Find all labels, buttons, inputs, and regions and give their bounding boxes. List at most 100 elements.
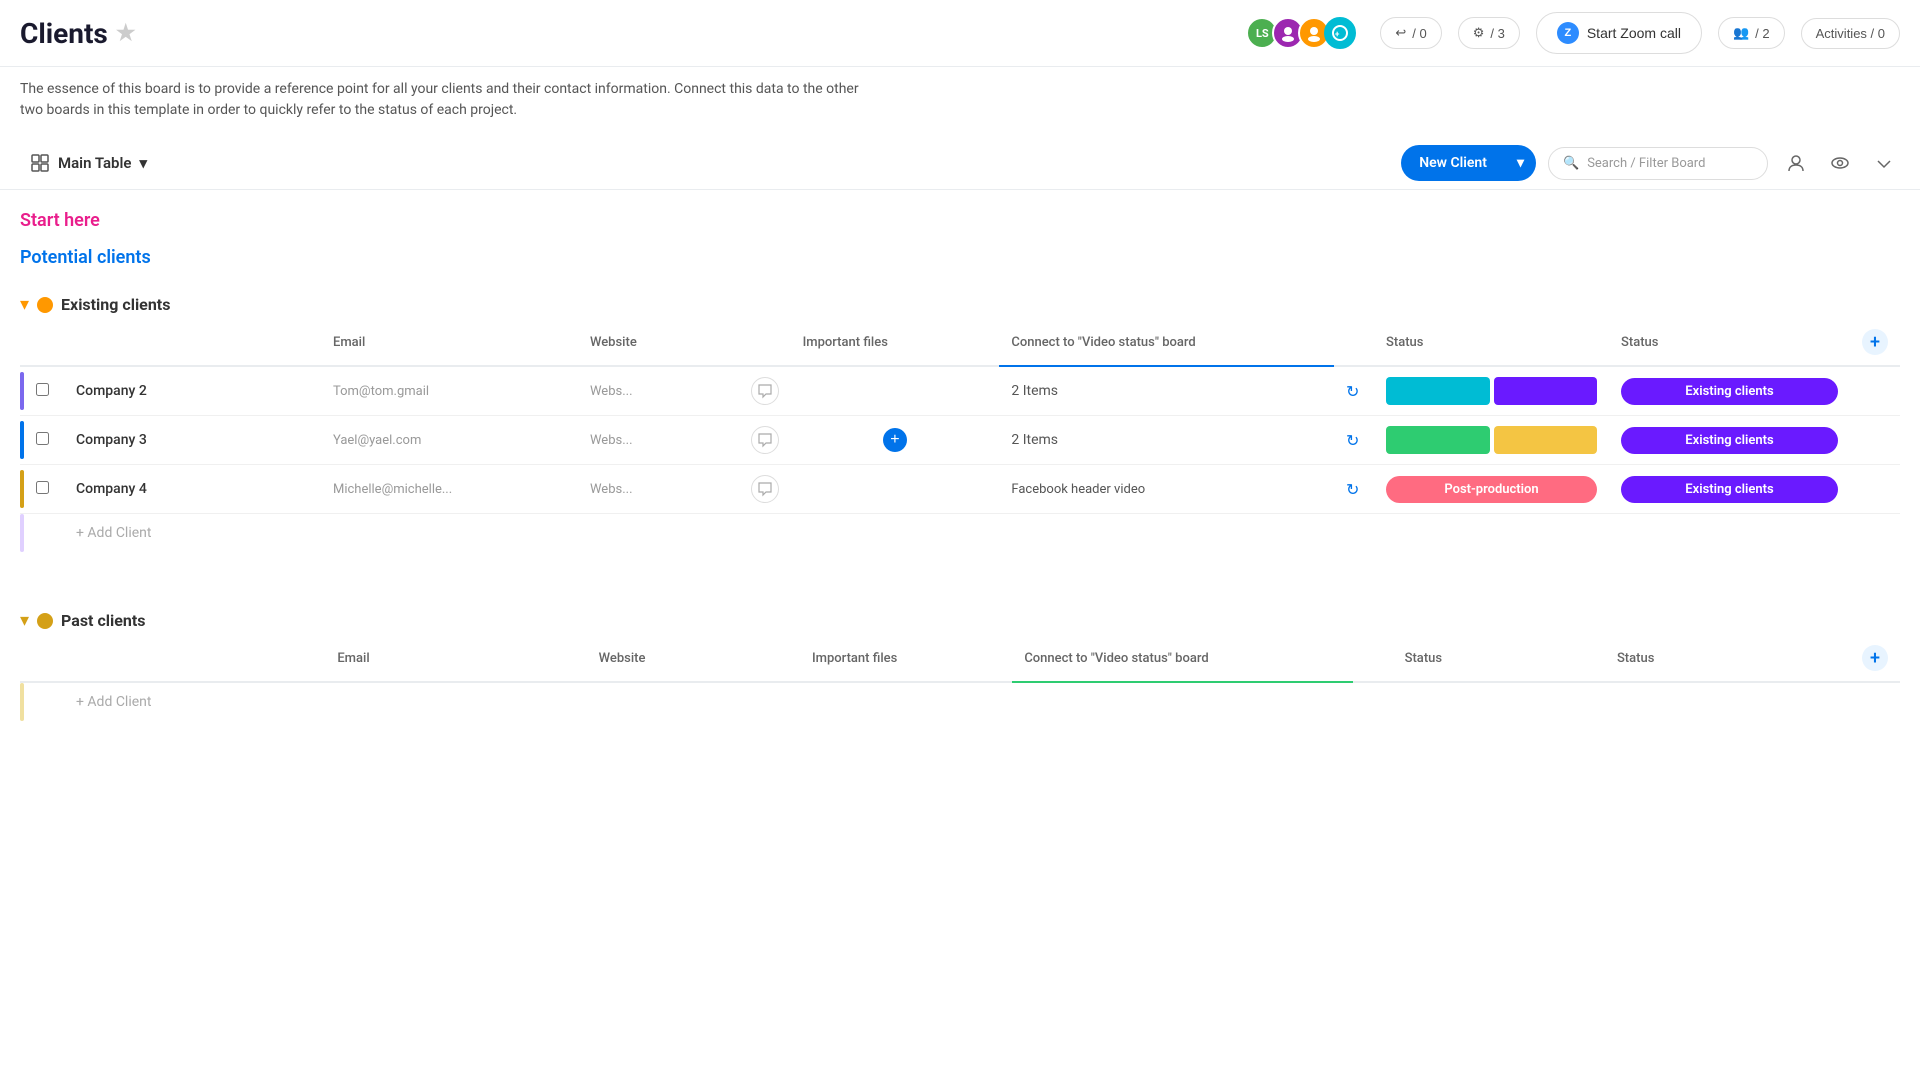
company-name: Company 2 [76,383,147,399]
table-name: Main Table [58,154,131,172]
status1-cell[interactable] [1374,416,1609,465]
add-client-link[interactable]: + Add Client [76,694,151,710]
website-cell: Webs... [578,465,739,514]
group-collapse-chevron[interactable]: ▾ [20,610,29,631]
add-client-cell[interactable]: + Add Client [64,514,1900,553]
add-item-button[interactable]: + [883,428,907,452]
start-here-group[interactable]: Start here [20,210,1900,231]
col-sync [1353,635,1393,682]
chevron-down-icon: ▾ [139,154,147,172]
person-icon[interactable] [1780,147,1812,179]
existing-clients-badge[interactable]: Existing clients [1621,476,1838,503]
website-text: Webs... [590,384,633,399]
status2-cell[interactable]: Existing clients [1609,465,1850,514]
add-checkbox-cell [24,514,64,553]
email-text: Yael@yael.com [333,433,421,448]
files-cell: + [791,416,1000,465]
group-color-dot [37,613,53,629]
add-column-button[interactable]: + [1862,329,1888,355]
row-checkbox-cell[interactable] [24,416,64,465]
row-checkbox[interactable] [36,383,49,396]
email-cell: Tom@tom.gmail [321,366,578,416]
chat-bubble-icon[interactable] [751,426,779,454]
col-name [64,319,321,366]
page-title: Clients ★ [20,17,136,50]
chat-cell[interactable] [739,465,791,514]
col-add[interactable]: + [1850,635,1900,682]
search-icon: 🔍 [1563,156,1579,171]
sync-icon[interactable]: ↻ [1346,382,1359,401]
connect-cell: 2 Items [999,366,1334,416]
col-status2: Status [1605,635,1850,682]
activities-button[interactable]: Activities / 0 [1801,18,1900,49]
col-add[interactable]: + [1850,319,1900,366]
new-client-dropdown-icon[interactable]: ▾ [1505,145,1536,181]
email-cell: Yael@yael.com [321,416,578,465]
chat-cell[interactable] [739,366,791,416]
avatar: + [1324,17,1356,49]
new-client-button[interactable]: New Client ▾ [1401,145,1536,181]
chat-cell[interactable] [739,416,791,465]
post-production-badge[interactable]: Post-production [1386,476,1597,503]
table-selector[interactable]: Main Table ▾ [20,147,157,179]
chat-bubble-icon[interactable] [751,377,779,405]
potential-clients-label: Potential clients [20,247,151,268]
status2-cell[interactable]: Existing clients [1609,366,1850,416]
row-checkbox[interactable] [36,432,49,445]
existing-clients-table: Email Website Important files Connect to… [20,319,1900,552]
zoom-button[interactable]: Z Start Zoom call [1536,12,1702,54]
potential-clients-group[interactable]: Potential clients [20,247,1900,268]
company-name: Company 4 [76,481,147,497]
col-chat [739,319,791,366]
sync-cell[interactable]: ↻ [1334,416,1374,465]
sync-cell[interactable]: ↻ [1334,366,1374,416]
past-clients-table: Email Website Important files Connect to… [20,635,1900,721]
chat-bubble-icon[interactable] [751,475,779,503]
existing-clients-badge[interactable]: Existing clients [1621,427,1838,454]
add-client-row: + Add Client [20,514,1900,553]
connections-icon: ⚙ [1473,25,1485,41]
table-header-row: Email Website Important files Connect to… [20,319,1900,366]
connections-button[interactable]: ⚙ / 3 [1458,17,1520,49]
facebook-text: Facebook header video [1011,482,1145,497]
members-count: / 2 [1755,26,1769,41]
email-text: Michelle@michelle... [333,482,452,497]
existing-clients-badge[interactable]: Existing clients [1621,378,1838,405]
members-button[interactable]: 👥 / 2 [1718,17,1785,49]
items-count: 2 Items [1011,383,1058,399]
activities-label: Activities / 0 [1816,26,1885,41]
row-checkbox-cell[interactable] [24,366,64,416]
search-filter-box[interactable]: 🔍 Search / Filter Board [1548,147,1768,180]
status2-cell[interactable]: Existing clients [1609,416,1850,465]
sync-cell[interactable]: ↻ [1334,465,1374,514]
add-client-link[interactable]: + Add Client [76,525,151,541]
group-color-dot [37,297,53,313]
reactions-button[interactable]: ↩ / 0 [1380,17,1441,49]
sync-icon[interactable]: ↻ [1346,431,1359,450]
status1-cell[interactable]: Post-production [1374,465,1609,514]
eye-icon[interactable] [1824,147,1856,179]
col-sync [1334,319,1374,366]
status1-cell[interactable] [1374,366,1609,416]
sync-icon[interactable]: ↻ [1346,480,1359,499]
col-name [64,635,325,682]
favorite-star-icon[interactable]: ★ [116,21,136,46]
group-collapse-chevron[interactable]: ▾ [20,294,29,315]
status-pill-cyan [1386,377,1490,405]
more-options-icon[interactable] [1868,147,1900,179]
existing-clients-header: ▾ Existing clients [20,288,1900,319]
add-client-cell[interactable]: + Add Client [64,682,1900,721]
table-row: Company 2 Tom@tom.gmail Webs... [20,366,1900,416]
past-clients-header: ▾ Past clients [20,604,1900,635]
row-checkbox[interactable] [36,481,49,494]
table-row: Company 3 Yael@yael.com Webs... [20,416,1900,465]
table-row: Company 4 Michelle@michelle... Webs... [20,465,1900,514]
row-checkbox-cell[interactable] [24,465,64,514]
row-extra-cell [1850,366,1900,416]
start-here-label: Start here [20,210,100,231]
board-description: The essence of this board is to provide … [0,67,900,137]
members-icon: 👥 [1733,25,1749,41]
add-column-button[interactable]: + [1862,645,1888,671]
add-checkbox-cell [24,682,64,721]
col-email: Email [321,319,578,366]
